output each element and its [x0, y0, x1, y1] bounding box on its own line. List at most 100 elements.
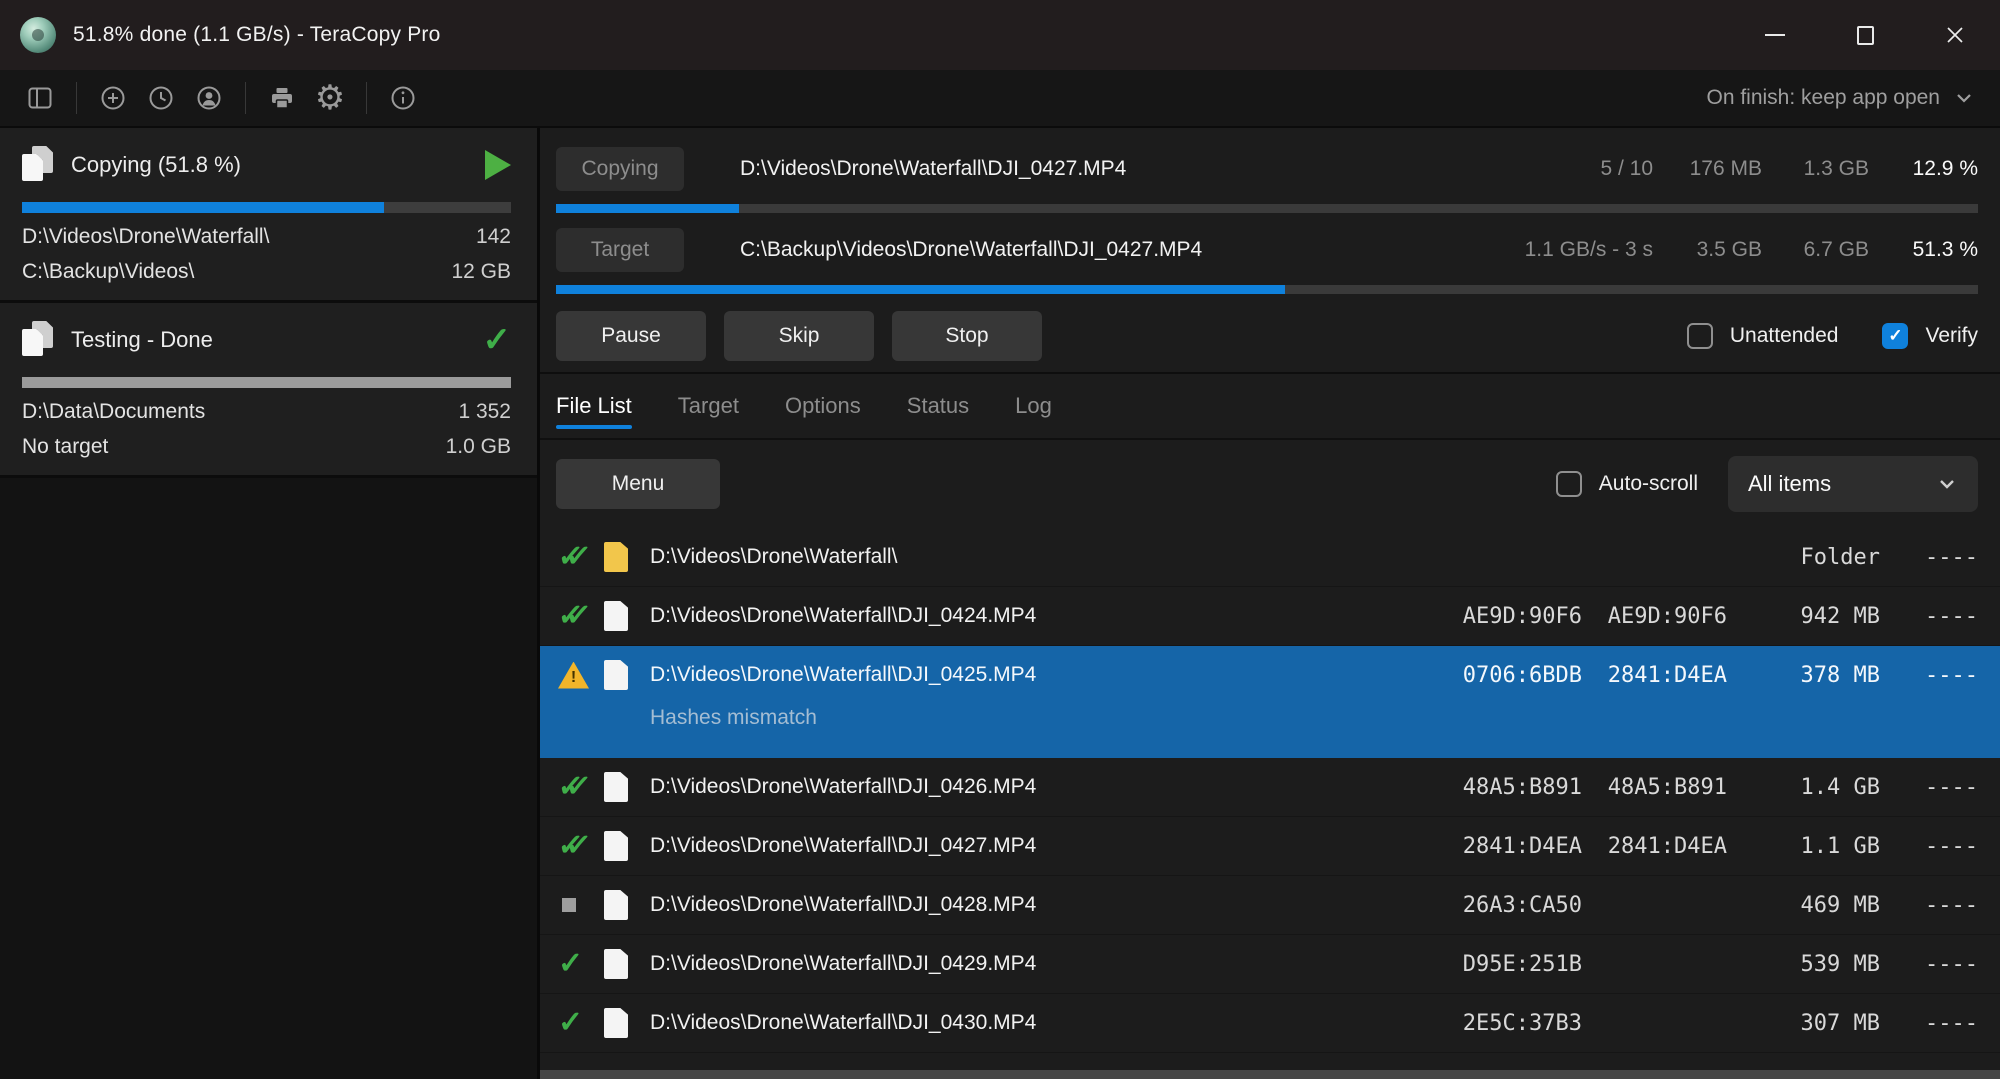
play-icon [485, 150, 511, 180]
file-flags: ---- [1880, 663, 1978, 688]
file-row[interactable]: ✓✓ D:\Videos\Drone\Waterfall\DJI_0427.MP… [540, 817, 2000, 876]
close-button[interactable] [1910, 0, 2000, 70]
history-icon[interactable] [137, 75, 185, 121]
check-icon: ✓ [558, 949, 583, 979]
task-value: 12 GB [451, 260, 511, 284]
file-row[interactable]: D:\Videos\Drone\Waterfall\DJI_0428.MP4 2… [540, 876, 2000, 935]
main-panel: Copying D:\Videos\Drone\Waterfall\DJI_04… [540, 128, 2000, 1079]
source-path: D:\Videos\Drone\Waterfall\DJI_0427.MP4 [740, 157, 1443, 181]
source-hash: AE9D:90F6 [1432, 604, 1582, 629]
toolbar-separator [366, 82, 367, 114]
maximize-icon [1857, 26, 1874, 45]
file-row[interactable]: ✓ D:\Videos\Drone\Waterfall\DJI_0430.MP4… [540, 994, 2000, 1053]
file-size: 942 MB [1727, 604, 1880, 629]
copy-task-icon [22, 146, 55, 184]
speed-eta: 1.1 GB/s - 3 s [1443, 238, 1653, 262]
file-flags: ---- [1880, 1011, 1978, 1036]
file-list: ✓✓ D:\Videos\Drone\Waterfall\ Folder ---… [540, 528, 2000, 1070]
stop-button[interactable]: Stop [892, 311, 1042, 361]
queued-icon [562, 898, 576, 912]
file-row[interactable]: ! D:\Videos\Drone\Waterfall\DJI_0425.MP4… [540, 646, 2000, 758]
task-path: No target [22, 435, 108, 459]
autoscroll-label: Auto-scroll [1599, 472, 1698, 496]
menu-button[interactable]: Menu [556, 459, 720, 509]
file-size: 378 MB [1727, 663, 1880, 688]
tab-status[interactable]: Status [907, 374, 969, 438]
file-path: D:\Videos\Drone\Waterfall\ [650, 545, 1432, 569]
double-check-icon: ✓✓ [558, 542, 591, 572]
option-checkboxes: ✓ Unattended ✓ Verify [1687, 323, 1978, 349]
tab-target[interactable]: Target [678, 374, 739, 438]
file-size: 1.4 GB [1727, 775, 1880, 800]
file-path: D:\Videos\Drone\Waterfall\DJI_0424.MP4 [650, 604, 1432, 628]
source-hash: 26A3:CA50 [1432, 893, 1582, 918]
file-size: 539 MB [1727, 952, 1880, 977]
titlebar: 51.8% done (1.1 GB/s) - TeraCopy Pro [0, 0, 2000, 70]
autoscroll-checkbox[interactable]: ✓ [1556, 471, 1582, 497]
settings-gear-icon[interactable]: ⚙ [306, 75, 354, 121]
source-hash: 2841:D4EA [1432, 834, 1582, 859]
app-logo-icon [20, 17, 56, 53]
main-toolbar: ⚙ On finish: keep app open [0, 70, 2000, 128]
task-item[interactable]: Testing - Done ✓ D:\Data\Documents1 352N… [0, 303, 537, 478]
tab-log[interactable]: Log [1015, 374, 1052, 438]
total-size: 6.7 GB [1762, 238, 1869, 262]
file-size: Folder [1727, 545, 1880, 570]
file-row[interactable]: ✓✓ D:\Videos\Drone\Waterfall\DJI_0426.MP… [540, 758, 2000, 817]
target-chip[interactable]: Target [556, 228, 684, 272]
target-hash: 48A5:B891 [1582, 775, 1727, 800]
task-progressbar [22, 377, 511, 388]
file-path: D:\Videos\Drone\Waterfall\DJI_0430.MP4 [650, 1011, 1432, 1035]
file-row[interactable]: ✓ D:\Videos\Drone\Waterfall\DJI_0429.MP4… [540, 935, 2000, 994]
unattended-checkbox[interactable]: ✓ [1687, 323, 1713, 349]
user-icon[interactable] [185, 75, 233, 121]
panel-toggle-icon[interactable] [16, 75, 64, 121]
task-path-row: No target 1.0 GB [22, 435, 511, 459]
verify-label: Verify [1925, 324, 1978, 348]
file-path: D:\Videos\Drone\Waterfall\DJI_0427.MP4 [650, 834, 1432, 858]
add-task-icon[interactable] [89, 75, 137, 121]
task-value: 1.0 GB [446, 435, 511, 459]
minimize-button[interactable] [1730, 0, 1820, 70]
double-check-icon: ✓✓ [558, 601, 591, 631]
file-row[interactable]: ✓✓ D:\Videos\Drone\Waterfall\ Folder ---… [540, 528, 2000, 587]
filter-dropdown[interactable]: All items [1728, 456, 1978, 512]
chevron-down-icon [1936, 473, 1958, 495]
verify-checkbox[interactable]: ✓ [1882, 323, 1908, 349]
maximize-button[interactable] [1820, 0, 1910, 70]
file-list-toolbar: Menu ✓ Auto-scroll All items [540, 440, 2000, 528]
print-icon[interactable] [258, 75, 306, 121]
task-path: D:\Videos\Drone\Waterfall\ [22, 225, 269, 249]
target-hash: AE9D:90F6 [1582, 604, 1727, 629]
info-icon[interactable] [379, 75, 427, 121]
tab-options[interactable]: Options [785, 374, 861, 438]
file-icon [604, 660, 628, 690]
teracopy-window: 51.8% done (1.1 GB/s) - TeraCopy Pro ⚙ [0, 0, 2000, 1079]
source-hash: D95E:251B [1432, 952, 1582, 977]
total-copied-size: 3.5 GB [1653, 238, 1762, 262]
file-flags: ---- [1880, 775, 1978, 800]
double-check-icon: ✓✓ [558, 831, 591, 861]
file-size: 307 MB [1727, 1011, 1880, 1036]
toolbar-separator [245, 82, 246, 114]
skip-button[interactable]: Skip [724, 311, 874, 361]
task-progressbar [22, 202, 511, 213]
window-title: 51.8% done (1.1 GB/s) - TeraCopy Pro [73, 23, 441, 47]
task-path-row: D:\Data\Documents1 352 [22, 400, 511, 424]
task-value: 142 [476, 225, 511, 249]
on-finish-dropdown[interactable]: On finish: keep app open [1706, 86, 1974, 110]
file-row[interactable]: ✓✓ D:\Videos\Drone\Waterfall\DJI_0424.MP… [540, 587, 2000, 646]
content-area: Copying (51.8 %) D:\Videos\Drone\Waterfa… [0, 128, 2000, 1079]
target-hash: 2841:D4EA [1582, 663, 1727, 688]
tab-file-list[interactable]: File List [556, 374, 632, 438]
horizontal-scrollbar[interactable] [540, 1070, 2000, 1079]
task-item[interactable]: Copying (51.8 %) D:\Videos\Drone\Waterfa… [0, 128, 537, 303]
file-path: D:\Videos\Drone\Waterfall\DJI_0428.MP4 [650, 893, 1432, 917]
close-icon [1943, 23, 1967, 47]
check-icon: ✓ [558, 1008, 583, 1038]
pause-button[interactable]: Pause [556, 311, 706, 361]
warning-icon: ! [558, 662, 589, 689]
file-icon [604, 890, 628, 920]
actions-row: Pause Skip Stop ✓ Unattended ✓ Verify [556, 306, 1978, 372]
source-chip[interactable]: Copying [556, 147, 684, 191]
